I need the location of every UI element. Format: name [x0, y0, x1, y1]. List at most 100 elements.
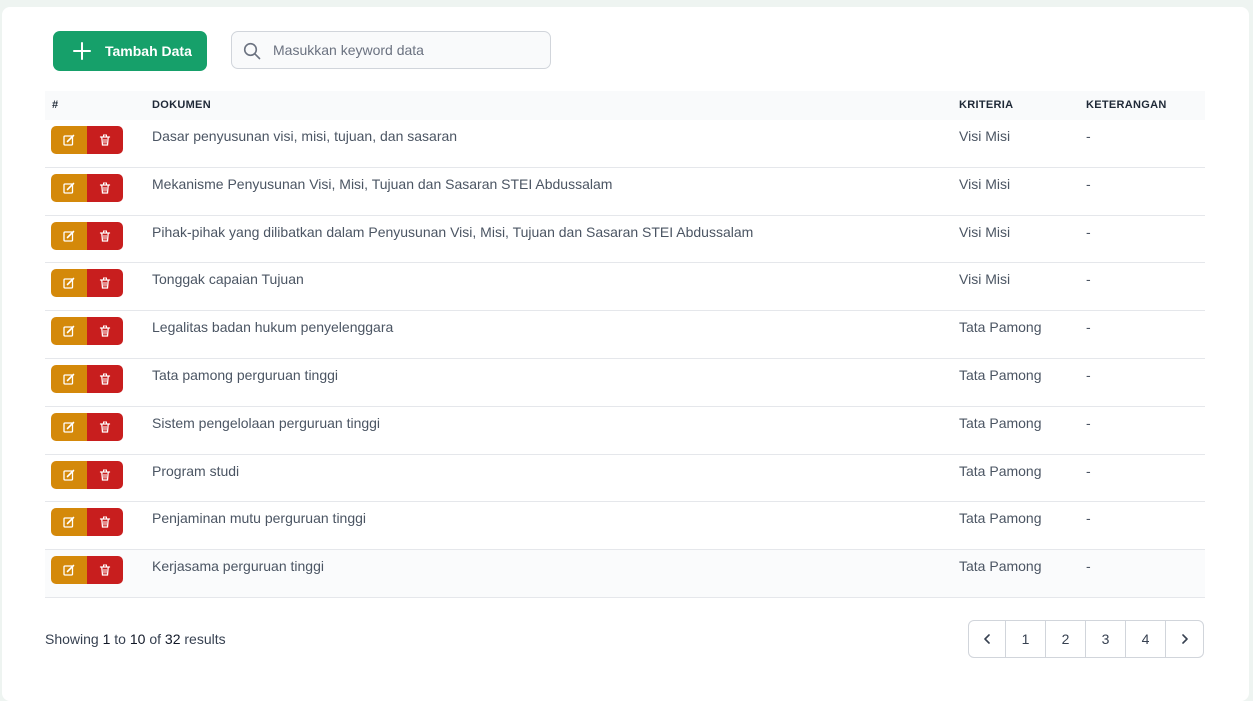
cell-kriteria: Tata Pamong [959, 558, 1042, 575]
cell-dokumen: Mekanisme Penyusunan Visi, Misi, Tujuan … [152, 175, 613, 192]
delete-button[interactable] [87, 460, 123, 489]
table-row: Penjaminan mutu perguruan tinggi Tata Pam… [45, 502, 1205, 551]
header-keterangan: KETERANGAN [1086, 99, 1167, 111]
edit-icon [63, 182, 75, 194]
trash-icon [99, 230, 111, 242]
edit-icon [63, 373, 75, 385]
edit-button[interactable] [51, 460, 87, 489]
page-button-2[interactable]: 2 [1046, 621, 1086, 657]
chevron-right-icon [1181, 634, 1188, 644]
cell-keterangan: - [1086, 128, 1091, 144]
trash-icon [99, 516, 111, 529]
summary-prefix: Showing [45, 631, 99, 647]
results-summary: Showing 1 to 10 of 32 results [45, 631, 226, 647]
delete-button[interactable] [87, 126, 123, 154]
edit-button[interactable] [51, 173, 87, 202]
table-header: # DOKUMEN KRITERIA KETERANGAN [45, 91, 1205, 120]
edit-button[interactable] [51, 126, 87, 154]
table-row: Sistem pengelolaan perguruan tinggi Tata … [45, 406, 1205, 455]
delete-button[interactable] [87, 364, 123, 393]
edit-icon [63, 230, 75, 242]
trash-icon [99, 373, 111, 385]
cell-keterangan: - [1086, 558, 1091, 575]
row-actions [51, 460, 123, 489]
edit-button[interactable] [51, 364, 87, 393]
cell-kriteria: Visi Misi [959, 175, 1011, 192]
edit-button[interactable] [51, 317, 87, 346]
next-page-button[interactable] [1166, 621, 1203, 657]
trash-icon [99, 421, 111, 433]
row-actions [51, 364, 123, 393]
summary-of-word: of [149, 631, 162, 647]
cell-kriteria: Visi Misi [959, 128, 1011, 144]
page-button-1[interactable]: 1 [1006, 621, 1046, 657]
cell-dokumen: Kerjasama perguruan tinggi [152, 558, 324, 575]
table-row: Legalitas badan hukum penyelenggara Tata … [45, 311, 1205, 359]
table-row: Tonggak capaian Tujuan Visi Misi - [45, 263, 1205, 312]
pagination: 1 2 3 4 [968, 620, 1204, 658]
cell-kriteria: Tata Pamong [959, 319, 1042, 336]
cell-dokumen: Dasar penyusunan visi, misi, tujuan, dan… [152, 128, 458, 144]
edit-button[interactable] [51, 221, 87, 250]
table-row: Pihak-pihak yang dilibatkan dalam Penyus… [45, 215, 1205, 264]
trash-icon [99, 277, 111, 290]
cell-keterangan: - [1086, 510, 1091, 527]
delete-button[interactable] [87, 221, 123, 250]
trash-icon [99, 182, 111, 194]
trash-icon [99, 325, 111, 337]
row-actions [51, 269, 123, 298]
row-actions [51, 173, 123, 202]
search-icon [243, 42, 261, 60]
table-row: Program studi Tata Pamong - [45, 454, 1205, 503]
summary-to: 10 [129, 631, 146, 647]
delete-button[interactable] [87, 556, 123, 585]
search-input[interactable] [273, 39, 543, 61]
edit-button[interactable] [51, 412, 87, 441]
summary-to-word: to [114, 631, 126, 647]
table-row: Dasar penyusunan visi, misi, tujuan, dan… [45, 120, 1205, 168]
delete-button[interactable] [87, 412, 123, 441]
summary-results-word: results [184, 631, 226, 647]
trash-icon [99, 469, 111, 481]
cell-keterangan: - [1086, 414, 1091, 431]
row-actions [51, 221, 123, 250]
cell-kriteria: Tata Pamong [959, 510, 1042, 527]
page-button-4[interactable]: 4 [1126, 621, 1166, 657]
delete-button[interactable] [87, 269, 123, 298]
edit-icon [63, 278, 75, 290]
delete-button[interactable] [87, 317, 123, 346]
add-data-label: Tambah Data [105, 43, 192, 59]
table-row: Mekanisme Penyusunan Visi, Misi, Tujuan … [45, 167, 1205, 216]
header-kriteria: KRITERIA [959, 99, 1014, 111]
search-box[interactable] [231, 31, 551, 69]
trash-icon [99, 134, 111, 146]
cell-kriteria: Visi Misi [959, 271, 1011, 288]
cell-keterangan: - [1086, 223, 1091, 240]
edit-button[interactable] [51, 556, 87, 585]
cell-keterangan: - [1086, 175, 1091, 192]
edit-button[interactable] [51, 269, 87, 298]
edit-icon [63, 421, 75, 433]
delete-button[interactable] [87, 173, 123, 202]
edit-button[interactable] [51, 508, 87, 537]
row-actions [51, 556, 123, 585]
edit-icon [63, 517, 75, 529]
cell-kriteria: Visi Misi [959, 223, 1011, 240]
cell-kriteria: Tata Pamong [959, 366, 1042, 383]
header-number: # [52, 99, 59, 111]
cell-dokumen: Legalitas badan hukum penyelenggara [152, 319, 394, 336]
cell-keterangan: - [1086, 366, 1091, 383]
table-body: Dasar penyusunan visi, misi, tujuan, dan… [45, 120, 1205, 598]
cell-dokumen: Penjaminan mutu perguruan tinggi [152, 510, 367, 527]
edit-icon [63, 134, 75, 146]
row-actions [51, 412, 123, 441]
cell-keterangan: - [1086, 271, 1091, 288]
cell-kriteria: Tata Pamong [959, 414, 1042, 431]
prev-page-button[interactable] [969, 621, 1006, 657]
cell-dokumen: Tonggak capaian Tujuan [152, 271, 304, 288]
page-button-3[interactable]: 3 [1086, 621, 1126, 657]
edit-icon [63, 564, 75, 576]
table-row: Kerjasama perguruan tinggi Tata Pamong - [45, 550, 1205, 598]
delete-button[interactable] [87, 508, 123, 537]
add-data-button[interactable]: Tambah Data [53, 31, 207, 71]
